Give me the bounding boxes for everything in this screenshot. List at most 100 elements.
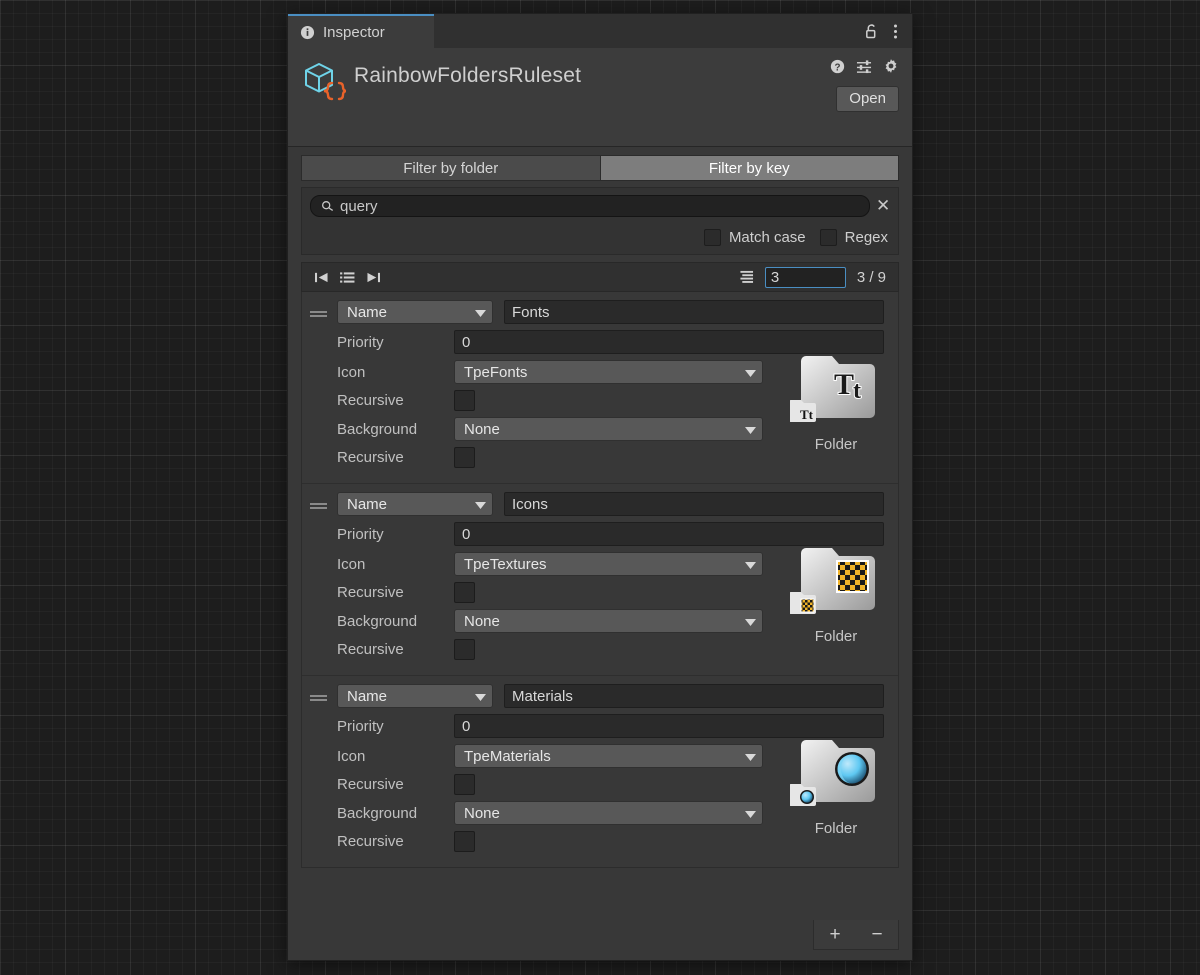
icon-recursive-label: Recursive xyxy=(337,392,404,409)
background-label: Background xyxy=(337,804,418,822)
chevron-down-icon xyxy=(475,496,486,513)
folder-preview-caption: Folder xyxy=(814,628,858,645)
drag-handle-icon[interactable] xyxy=(310,311,327,313)
background-dropdown[interactable]: None xyxy=(454,609,763,633)
match-case-checkbox[interactable] xyxy=(703,229,721,246)
option-match-case[interactable]: Match case xyxy=(703,229,806,246)
background-recursive-checkbox[interactable] xyxy=(454,639,475,660)
svg-text:t: t xyxy=(853,378,861,404)
object-header: RainbowFoldersRuleset ? Open xyxy=(288,48,912,147)
chevron-down-icon xyxy=(745,805,756,822)
search-options: Match case Regex xyxy=(310,229,890,246)
folder-preview-caption: Folder xyxy=(814,436,858,453)
priority-label: Priority xyxy=(337,717,384,735)
option-regex[interactable]: Regex xyxy=(819,229,888,246)
icon-dropdown[interactable]: TpeTextures xyxy=(454,552,763,576)
rule-name-input[interactable]: Icons xyxy=(504,492,884,516)
window-tabstrip: Inspector xyxy=(288,14,912,48)
rule-name-input[interactable]: Fonts xyxy=(504,300,884,324)
page-title: RainbowFoldersRuleset xyxy=(354,64,582,87)
chevron-down-icon xyxy=(475,688,486,705)
folder-texture-icon xyxy=(789,540,882,620)
icon-label: Icon xyxy=(337,363,366,381)
preset-icon[interactable] xyxy=(856,59,872,74)
priority-label: Priority xyxy=(337,525,384,543)
skip-to-start-icon[interactable] xyxy=(314,271,329,284)
match-mode-value: Name xyxy=(347,303,388,321)
match-mode-value: Name xyxy=(347,687,388,705)
background-dropdown[interactable]: None xyxy=(454,417,763,441)
regex-label: Regex xyxy=(844,229,888,246)
background-label: Background xyxy=(337,420,418,438)
help-icon[interactable]: ? xyxy=(830,59,845,74)
clear-x-icon[interactable]: ✕ xyxy=(876,196,890,216)
rule-row: Name Materials Priority 0 Icon TpeMateri… xyxy=(302,676,898,867)
tab-filter-by-folder[interactable]: Filter by folder xyxy=(301,155,600,181)
drag-handle-icon[interactable] xyxy=(310,695,327,697)
chevron-down-icon xyxy=(745,748,756,765)
icon-label: Icon xyxy=(337,747,366,765)
background-recursive-checkbox[interactable] xyxy=(454,831,475,852)
tab-inspector-label: Inspector xyxy=(323,23,385,41)
icon-dropdown-value: TpeMaterials xyxy=(464,747,551,765)
regex-checkbox[interactable] xyxy=(819,229,837,246)
search-zone: query ✕ Match case Regex xyxy=(301,187,899,255)
rule-name-row: Name Fonts xyxy=(306,300,888,324)
background-recursive-label: Recursive xyxy=(337,449,404,466)
folder-font-icon: T t Tt xyxy=(789,348,882,428)
tab-inspector[interactable]: Inspector xyxy=(288,14,434,48)
background-recursive-checkbox[interactable] xyxy=(454,447,475,468)
folder-preview-caption: Folder xyxy=(814,820,858,837)
folder-preview: T t Tt Folder xyxy=(788,348,884,453)
match-mode-dropdown[interactable]: Name xyxy=(337,300,493,324)
chevron-down-icon xyxy=(745,556,756,573)
pager-toolbar: 3 3 / 9 xyxy=(301,262,899,292)
background-dropdown-value: None xyxy=(464,420,500,438)
folder-preview: Folder xyxy=(788,732,884,837)
chevron-down-icon xyxy=(745,364,756,381)
window-controls xyxy=(864,14,912,48)
icon-dropdown[interactable]: TpeMaterials xyxy=(454,744,763,768)
match-mode-dropdown[interactable]: Name xyxy=(337,684,493,708)
background-label: Background xyxy=(337,612,418,630)
object-header-icons: ? xyxy=(830,58,899,74)
icon-recursive-checkbox[interactable] xyxy=(454,774,475,795)
list-icon[interactable] xyxy=(340,271,355,284)
page-number-input[interactable]: 3 xyxy=(764,266,846,288)
background-recursive-label: Recursive xyxy=(337,833,404,850)
match-mode-dropdown[interactable]: Name xyxy=(337,492,493,516)
folder-material-icon xyxy=(789,732,882,812)
background-recursive-label: Recursive xyxy=(337,641,404,658)
inspector-window: Inspector RainbowFoldersRuleset ? Open F… xyxy=(288,14,912,960)
search-row: query ✕ xyxy=(310,195,890,217)
icon-recursive-label: Recursive xyxy=(337,776,404,793)
icon-recursive-checkbox[interactable] xyxy=(454,582,475,603)
icon-dropdown[interactable]: TpeFonts xyxy=(454,360,763,384)
rule-row: Name Icons Priority 0 Icon TpeTextures R… xyxy=(302,484,898,676)
page-size-icon[interactable] xyxy=(739,270,754,284)
chevron-down-icon xyxy=(745,421,756,438)
remove-rule-button[interactable]: − xyxy=(871,925,882,944)
rule-name-row: Name Icons xyxy=(306,492,888,516)
lock-open-icon[interactable] xyxy=(864,23,879,40)
add-remove-toolbar: + − xyxy=(813,920,899,950)
background-dropdown[interactable]: None xyxy=(454,801,763,825)
search-input[interactable]: query xyxy=(310,195,870,217)
rule-name-input[interactable]: Materials xyxy=(504,684,884,708)
background-dropdown-value: None xyxy=(464,804,500,822)
rule-row: Name Fonts Priority 0 Icon TpeFonts Recu… xyxy=(302,292,898,484)
tab-filter-by-key[interactable]: Filter by key xyxy=(599,155,899,181)
drag-handle-icon[interactable] xyxy=(310,503,327,505)
search-icon xyxy=(321,200,334,213)
icon-recursive-checkbox[interactable] xyxy=(454,390,475,411)
skip-to-end-icon[interactable] xyxy=(366,271,381,284)
kebab-menu-icon[interactable] xyxy=(893,23,898,40)
icon-recursive-label: Recursive xyxy=(337,584,404,601)
page-count-label: 3 / 9 xyxy=(856,268,886,286)
icon-dropdown-value: TpeFonts xyxy=(464,363,528,381)
add-rule-button[interactable]: + xyxy=(829,925,840,944)
rules-footer: + − xyxy=(288,920,912,960)
gear-icon[interactable] xyxy=(883,58,899,74)
match-case-label: Match case xyxy=(728,229,806,246)
open-button[interactable]: Open xyxy=(836,86,899,112)
